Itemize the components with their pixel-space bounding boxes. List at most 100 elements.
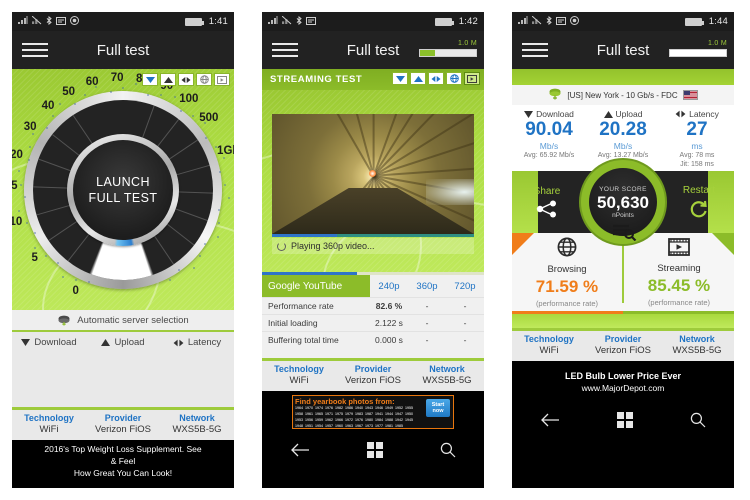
menu-line — [22, 43, 48, 45]
clock: 1:44 — [708, 16, 728, 27]
info-col-technology: Technology WiFi — [12, 413, 86, 435]
rate-name: Browsing — [547, 263, 587, 275]
ad-year: 1976 — [325, 406, 333, 410]
streaming-results-table: Google YouTube 240p 360p 720p Performanc… — [262, 272, 484, 348]
ad-year: 1972 — [345, 418, 353, 422]
roaming-wifi-icon — [31, 15, 42, 27]
ad-year: 1944 — [385, 412, 393, 416]
gauge-label: 15 — [12, 179, 18, 192]
results-col-720p: 720p — [454, 280, 476, 292]
latency-icon[interactable] — [428, 72, 444, 85]
ad-banner[interactable]: 2016's Top Weight Loss Supplement. See &… — [12, 440, 234, 482]
connection-info-table: Technology WiFi Provider Verizon FiOS Ne… — [12, 407, 234, 440]
server-selection-row[interactable]: Automatic server selection — [12, 310, 234, 332]
row-label: Initial loading — [268, 318, 318, 328]
browsing-icon[interactable] — [196, 73, 212, 86]
metric-tab-label: Upload — [114, 337, 145, 348]
gauge-dot — [20, 183, 23, 186]
status-bar: 1:44 — [512, 12, 734, 31]
ad-line-1: LED Bulb Lower Price Ever — [564, 371, 682, 381]
table-row: Buffering total time 0.000 s - - — [262, 331, 484, 348]
search-icon[interactable] — [690, 412, 706, 428]
gauge-dot — [18, 210, 21, 213]
menu-button[interactable] — [518, 39, 552, 61]
latency-icon[interactable] — [178, 73, 194, 86]
search-icon[interactable] — [440, 442, 456, 458]
results-header-row: Google YouTube 240p 360p 720p — [262, 275, 484, 297]
test-toolbar — [142, 73, 230, 86]
ad-start-now-button[interactable]: Start now — [426, 399, 450, 417]
start-button[interactable] — [616, 412, 633, 428]
metric-unit: ms — [691, 141, 703, 151]
ad-year: 1988 — [385, 418, 393, 422]
gauge-label: 10 — [12, 216, 23, 229]
score-details-icon[interactable] — [609, 221, 637, 246]
download-icon[interactable] — [142, 73, 158, 86]
menu-button[interactable] — [268, 39, 302, 61]
rate-browsing[interactable]: Browsing 71.59 % (performance rate) — [512, 233, 622, 311]
share-button[interactable]: Share — [512, 186, 582, 218]
gauge-label: 40 — [41, 100, 55, 113]
browsing-icon[interactable] — [446, 72, 462, 85]
ad-year: 1957 — [325, 424, 333, 428]
signal-icon — [268, 16, 278, 27]
tunnel-glow — [426, 178, 474, 205]
server-row[interactable]: [US] New York - 10 Gb/s - FDC — [512, 85, 734, 105]
table-row: Initial loading 2.122 s - - — [262, 314, 484, 331]
video-player[interactable] — [272, 114, 474, 234]
ad-banner[interactable]: LED Bulb Lower Price Ever www.MajorDepot… — [512, 361, 734, 403]
metric-head: Latency — [660, 109, 734, 119]
video-progress-fill — [272, 234, 337, 237]
streaming-icon[interactable] — [214, 73, 230, 86]
metric-label: Download — [536, 109, 574, 119]
ad-year: 1971 — [325, 412, 333, 416]
metric-tab-upload[interactable]: Upload — [86, 332, 160, 353]
rate-name: Streaming — [657, 262, 701, 274]
ad-year: 1940 — [355, 406, 363, 410]
info-col-provider: Provider Verizon FiOS — [336, 364, 410, 386]
status-bar: 1:41 — [12, 12, 234, 31]
ad-year: 1983 — [355, 412, 363, 416]
results-accent-bar — [262, 272, 484, 275]
metric-download[interactable]: Download 90.04 Mb/s Avg: 65.92 Mb/s — [512, 109, 586, 169]
video-progress-bar[interactable] — [272, 234, 474, 237]
gauge-dot — [29, 146, 32, 149]
ad-banner[interactable]: Find yearbook photos from: 1964 1970 1974 1… — [262, 391, 484, 433]
row-value: 82.6 % — [375, 301, 403, 311]
section-title-label: STREAMING TEST — [270, 74, 363, 85]
ad-year: 1947 — [395, 412, 403, 416]
ad-year: 1976 — [355, 418, 363, 422]
upload-icon[interactable] — [410, 72, 426, 85]
restart-label: Restart — [682, 185, 716, 196]
gauge-dot — [218, 171, 221, 174]
restart-button[interactable]: Restart — [664, 185, 734, 219]
gauge-dot — [223, 183, 226, 186]
app-bar: Full test — [12, 31, 234, 69]
launch-full-test-button[interactable]: LAUNCH FULL TEST — [73, 139, 173, 240]
metric-tab-latency[interactable]: Latency — [160, 332, 234, 353]
score-circle[interactable]: YOUR SCORE 50,630 nPoints — [581, 160, 665, 244]
back-button[interactable] — [540, 413, 560, 427]
menu-line — [272, 55, 298, 57]
menu-button[interactable] — [18, 39, 52, 61]
rate-streaming[interactable]: Streaming 85.45 % (performance rate) — [624, 233, 734, 311]
menu-line — [522, 55, 548, 57]
menu-line — [522, 43, 548, 45]
start-button[interactable] — [366, 442, 383, 458]
ad-year: 1964 — [295, 406, 303, 410]
score-unit: nPoints — [612, 211, 634, 219]
upload-icon[interactable] — [160, 73, 176, 86]
ad-year: 1952 — [395, 406, 403, 410]
back-button[interactable] — [290, 443, 310, 457]
ad-year: 1959 — [315, 418, 323, 422]
metric-average: Avg: 65.92 Mb/s — [523, 152, 575, 159]
ad-year: 1960 — [335, 424, 343, 428]
gauge-dot — [168, 279, 171, 282]
header-progress-fill — [420, 50, 435, 56]
download-icon[interactable] — [392, 72, 408, 85]
metric-tab-download[interactable]: Download — [12, 332, 86, 353]
info-value: WiFi — [289, 375, 309, 386]
gauge-dot — [84, 93, 87, 96]
metric-latency[interactable]: Latency 27 ms Avg: 78 ms Jit: 158 ms — [660, 109, 734, 169]
streaming-icon[interactable] — [464, 72, 480, 85]
